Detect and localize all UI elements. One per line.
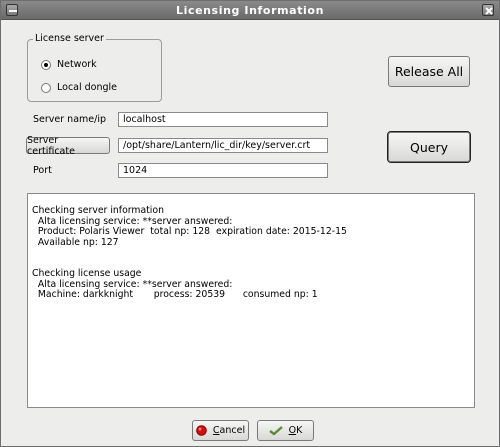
release-all-button[interactable]: Release All bbox=[388, 56, 470, 87]
radio-selected-dot bbox=[44, 63, 48, 67]
output-line: Available np: 127 bbox=[32, 236, 119, 248]
title-bar: Licensing Information bbox=[1, 1, 499, 20]
licensing-dialog: Licensing Information License server Net… bbox=[0, 0, 500, 447]
network-radio-label[interactable]: Network bbox=[57, 59, 97, 70]
window-close-button[interactable] bbox=[482, 4, 494, 16]
license-server-group-label: License server bbox=[33, 33, 106, 44]
output-line: Machine: darkknight process: 20539 consu… bbox=[32, 289, 318, 300]
server-certificate-button[interactable]: Server certificate bbox=[26, 135, 110, 157]
query-button[interactable]: Query bbox=[388, 132, 470, 162]
cancel-icon bbox=[196, 425, 207, 436]
local-dongle-radio[interactable] bbox=[41, 83, 51, 93]
output-line: Product: Polaris Viewer total np: 128 ex… bbox=[32, 226, 347, 237]
output-log[interactable]: Checking server information Alta licensi… bbox=[27, 193, 475, 408]
cancel-button-label: Cancel bbox=[212, 425, 246, 436]
server-name-label: Server name/ip bbox=[33, 114, 106, 125]
ok-button[interactable]: OK bbox=[257, 420, 314, 441]
local-dongle-radio-label[interactable]: Local dongle bbox=[57, 82, 117, 93]
server-name-input[interactable]: localhost bbox=[118, 112, 328, 127]
output-line: Checking license usage bbox=[32, 268, 142, 279]
server-certificate-input[interactable]: /opt/share/Lantern/lic_dir/key/server.cr… bbox=[118, 138, 328, 153]
port-label: Port bbox=[33, 165, 52, 176]
port-input[interactable]: 1024 bbox=[118, 163, 328, 178]
close-icon bbox=[485, 7, 493, 15]
ok-button-label: OK bbox=[288, 425, 303, 436]
network-radio[interactable] bbox=[41, 60, 51, 70]
output-line: Checking server information bbox=[32, 205, 164, 216]
ok-icon bbox=[268, 426, 283, 436]
cancel-button[interactable]: Cancel bbox=[192, 420, 249, 441]
output-spacer bbox=[32, 248, 470, 269]
window-title: Licensing Information bbox=[175, 4, 325, 17]
